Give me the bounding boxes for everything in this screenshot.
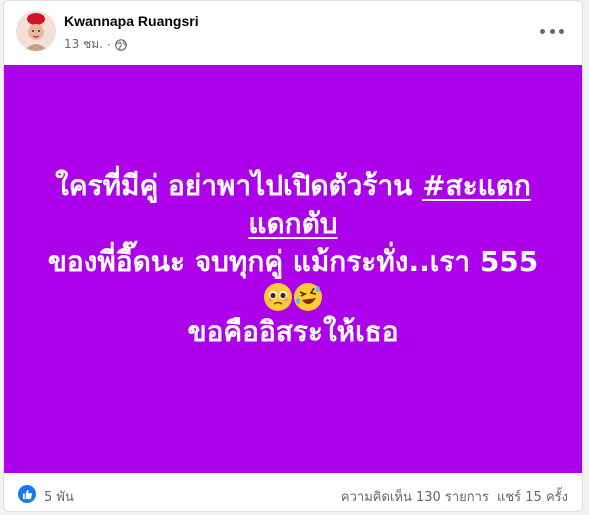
author-name[interactable]: Kwannapa Ruangsri [64, 13, 199, 29]
rolling-laughing-icon [294, 283, 322, 311]
share-count[interactable]: แชร์ 15 ครั้ง [497, 486, 568, 507]
pleading-face-icon [264, 283, 292, 311]
post-meta: 13 ชม. · [64, 35, 127, 54]
comment-count[interactable]: ความคิดเห็น 130 รายการ [341, 486, 489, 507]
post-stats: ความคิดเห็น 130 รายการ แชร์ 15 ครั้ง [341, 486, 568, 507]
reaction-count[interactable]: 5 พัน [44, 486, 74, 507]
post-line-5: ขอคืออิสระให้เธอ [187, 315, 399, 348]
post-footer: 5 พัน ความคิดเห็น 130 รายการ แชร์ 15 ครั… [4, 473, 582, 513]
dot-icon [540, 28, 545, 34]
globe-icon [114, 38, 127, 51]
post-line-1-text: ใครที่มีคู่ อย่าพาไปเปิดตัวร้าน [55, 169, 413, 202]
post-card: Kwannapa Ruangsri 13 ชม. · ใครที่มีคู่ อ… [3, 0, 583, 512]
post-line-2: แดกตับ [24, 205, 562, 243]
emoji-row [24, 281, 562, 313]
post-text: ใครที่มีคู่ อย่าพาไปเปิดตัวร้าน #สะแตก แ… [24, 167, 562, 351]
dot-icon [549, 28, 555, 34]
post-line-3: ของพี่อี๊ดนะ จบทุกคู่ แม้กระทั่ง..เรา 55… [47, 245, 539, 278]
meta-separator: · [106, 37, 111, 52]
avatar-image [16, 11, 56, 51]
more-options-button[interactable] [540, 21, 564, 41]
avatar[interactable] [16, 11, 56, 51]
hashtag-link-continued[interactable]: แดกตับ [248, 207, 337, 240]
dot-icon [559, 28, 564, 34]
post-background: ใครที่มีคู่ อย่าพาไปเปิดตัวร้าน #สะแตก แ… [4, 65, 582, 473]
like-icon[interactable] [18, 485, 36, 503]
post-line-1: ใครที่มีคู่ อย่าพาไปเปิดตัวร้าน #สะแตก [24, 167, 562, 205]
hashtag-link[interactable]: #สะแตก [422, 169, 531, 202]
post-time[interactable]: 13 ชม. [64, 35, 103, 54]
post-header: Kwannapa Ruangsri 13 ชม. · [4, 1, 582, 65]
